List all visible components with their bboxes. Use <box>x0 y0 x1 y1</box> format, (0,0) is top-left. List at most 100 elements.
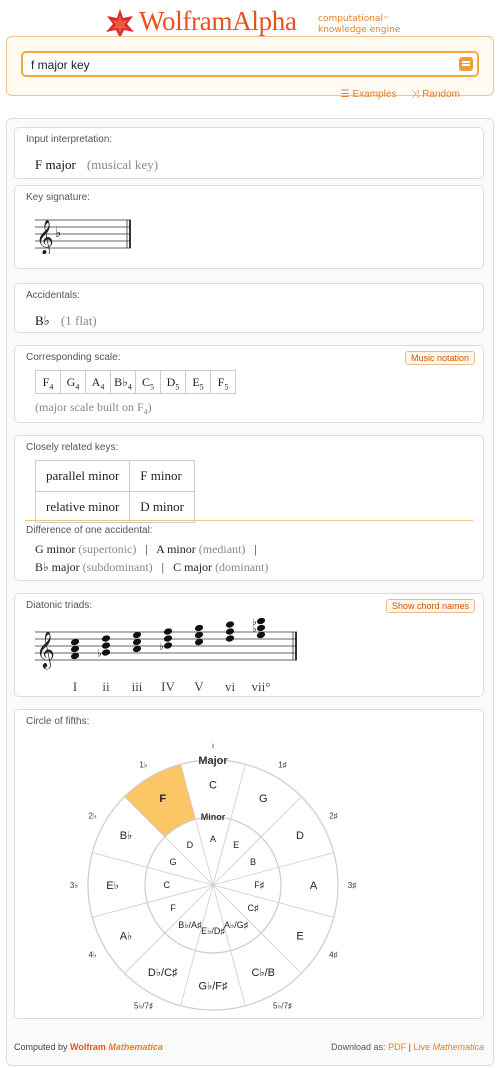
segment-divider <box>212 764 246 886</box>
accidental-count-label: 4♯ <box>329 951 337 960</box>
accidental-note: (1 flat) <box>60 313 97 328</box>
triad-note <box>101 642 111 649</box>
pod-title: Accidentals: <box>26 290 80 301</box>
major-key-label[interactable]: G <box>259 793 268 805</box>
list-icon: ☰ <box>340 89 350 100</box>
download-pdf-link[interactable]: PDF <box>388 1042 406 1052</box>
scale-note: C5 <box>135 370 161 394</box>
triad-note <box>194 624 204 632</box>
header-links: ☰ Examples ⤨ Random <box>329 89 460 100</box>
minor-key-label[interactable]: A <box>210 834 216 844</box>
tagline: computational™ knowledge engine <box>318 14 401 35</box>
scale-note: A4 <box>85 370 111 394</box>
shuffle-icon: ⤨ <box>411 89 420 100</box>
scale-note: E5 <box>185 370 211 394</box>
pod-key-signature: Key signature: 𝄞 ♭ <box>14 185 484 269</box>
minor-key-label[interactable]: E <box>233 840 239 850</box>
scale-caption: (major scale built on F4) <box>35 400 152 417</box>
show-chord-names-button[interactable]: Show chord names <box>385 599 475 613</box>
triad-note <box>256 624 266 632</box>
major-key-label[interactable]: B♭ <box>120 830 133 842</box>
major-key-label[interactable]: F <box>159 793 166 805</box>
major-key-label[interactable]: A <box>310 880 318 892</box>
minor-key-label[interactable]: C♯ <box>248 903 259 913</box>
major-key-label[interactable]: D <box>296 830 304 842</box>
table-row: parallel minor F minor <box>34 460 195 492</box>
accidental-count-label: 2♯ <box>329 812 337 821</box>
results-container: Input interpretation: F major (musical k… <box>6 118 494 1066</box>
minor-key-label[interactable]: F♯ <box>254 880 264 890</box>
accidental-count-label: 3♭ <box>70 881 78 890</box>
minor-key-label[interactable]: D <box>187 840 194 850</box>
divider <box>25 520 473 521</box>
pod-title: Circle of fifths: <box>26 716 90 727</box>
triad-note <box>101 635 111 642</box>
pod-closely-related-keys: Closely related keys: parallel minor F m… <box>14 435 484 581</box>
major-key-label[interactable]: D♭/C♯ <box>148 967 178 979</box>
minor-key-label[interactable]: F <box>170 903 176 913</box>
pod-corresponding-scale: Corresponding scale: Music notation F4 G4… <box>14 345 484 423</box>
minor-key-label[interactable]: A♭/G♯ <box>224 920 249 930</box>
triad-note <box>163 628 173 635</box>
accidental-count-label: 4♭ <box>89 951 97 960</box>
minor-key-label[interactable]: E♭/D♯ <box>201 926 225 936</box>
accidental-count-label: 1♯ <box>278 761 286 770</box>
major-key-label[interactable]: E <box>296 930 303 942</box>
examples-link[interactable]: ☰ Examples <box>341 89 397 100</box>
minor-key-label[interactable]: G <box>169 857 176 867</box>
search-menu-icon[interactable] <box>459 57 473 71</box>
flat-sign: ♭ <box>252 618 257 628</box>
scale-note: G4 <box>60 370 86 394</box>
roman-numeral: vii° <box>252 679 271 694</box>
scale-note: F5 <box>210 370 236 394</box>
music-notation-button[interactable]: Music notation <box>404 351 475 365</box>
related-keys-table: parallel minor F minor relative minor D … <box>34 460 195 523</box>
wolfram-mathematica-link[interactable]: Wolfram Mathematica <box>70 1042 163 1052</box>
accidental-count-label: ♮ <box>212 742 215 751</box>
input-note: (musical key) <box>86 157 159 172</box>
input-key: F major <box>35 157 76 172</box>
sub-title: Difference of one accidental: <box>26 525 153 536</box>
random-link[interactable]: ⤨ Random <box>411 89 460 100</box>
live-mathematica-link[interactable]: Live Mathematica <box>413 1042 484 1052</box>
pod-title: Input interpretation: <box>26 134 113 145</box>
wolfram-alpha-logo[interactable]: WolframAlpha <box>139 6 297 37</box>
major-key-label[interactable]: E♭ <box>106 880 119 892</box>
wolfram-star-logo <box>106 9 134 38</box>
scale-notes: F4 G4 A4 B♭4 C5 D5 E5 F5 <box>35 370 236 394</box>
footer: Computed by Wolfram Mathematica Download… <box>14 1042 484 1052</box>
accidental-diff-line-1: G minor (supertonic) | A minor (mediant)… <box>35 542 257 556</box>
search-query[interactable]: f major key <box>31 58 90 72</box>
pod-title: Key signature: <box>26 192 90 203</box>
minor-key-label[interactable]: C <box>164 880 171 890</box>
roman-numeral: vi <box>225 679 236 694</box>
triad-note <box>256 618 266 625</box>
roman-numeral: ii <box>102 679 110 694</box>
triad-note <box>163 642 173 649</box>
major-key-label[interactable]: C♭/B <box>251 967 275 979</box>
search-area: f major key <box>6 36 494 96</box>
svg-text:𝄞: 𝄞 <box>36 630 55 669</box>
major-ring-label: Major <box>198 755 228 767</box>
roman-numeral: iii <box>132 679 143 694</box>
scale-note: B♭4 <box>110 370 136 394</box>
pod-accidentals: Accidentals: B♭ (1 flat) <box>14 283 484 333</box>
svg-text:♭: ♭ <box>55 226 61 241</box>
major-key-label[interactable]: G♭/F♯ <box>198 981 228 993</box>
accidental-count-label: 5♭/7♯ <box>273 1001 292 1010</box>
svg-text:𝄞: 𝄞 <box>36 220 54 254</box>
accidental-diff-line-2: B♭ major (subdominant) | C major (domina… <box>35 560 269 574</box>
roman-numeral: IV <box>161 679 175 694</box>
roman-numeral: I <box>73 679 77 694</box>
triad-note <box>225 621 235 628</box>
flat-sign: ♭ <box>159 642 164 653</box>
search-input[interactable]: f major key <box>21 51 479 77</box>
header: WolframAlpha computational™ knowledge en… <box>0 0 500 40</box>
minor-key-label[interactable]: B <box>250 857 256 867</box>
minor-key-label[interactable]: B♭/A♯ <box>178 920 202 930</box>
triad-note <box>101 649 111 656</box>
accidental-count-label: 1♭ <box>139 761 147 770</box>
major-key-label[interactable]: A♭ <box>120 930 133 942</box>
download-links: Download as: PDF | Live Mathematica <box>331 1042 484 1052</box>
major-key-label[interactable]: C <box>209 780 217 792</box>
